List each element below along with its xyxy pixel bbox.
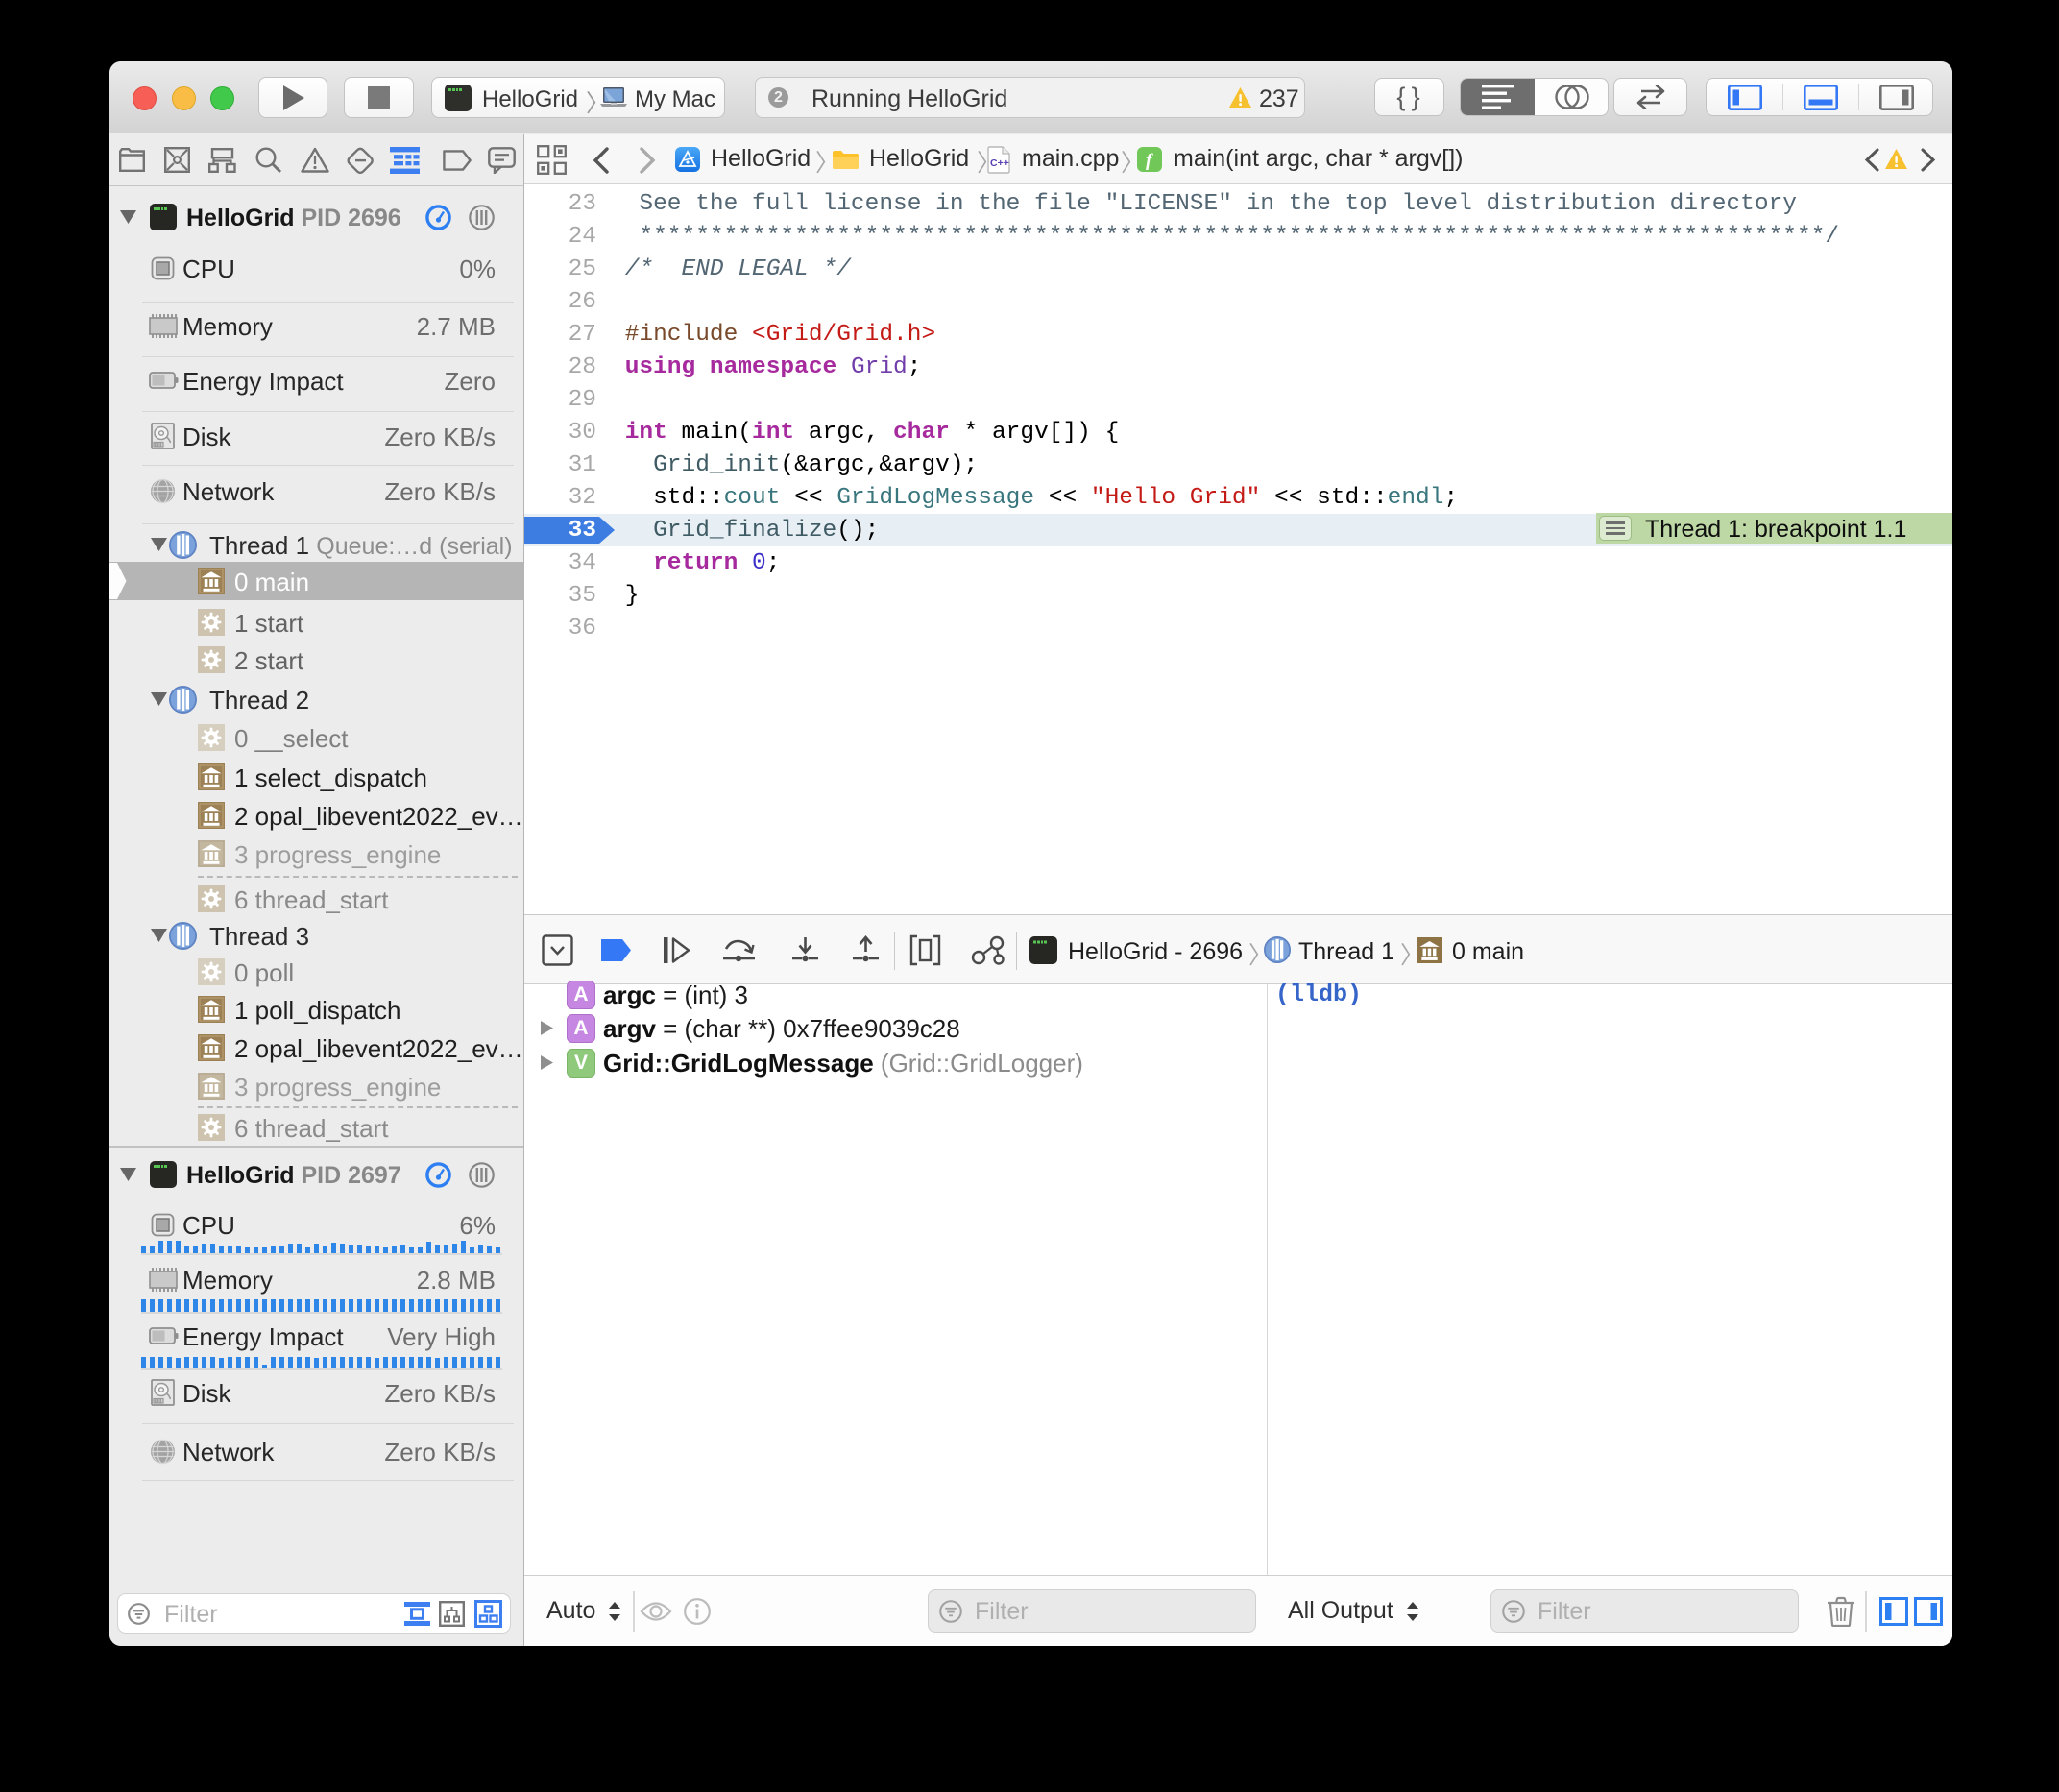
svg-text:C++: C++ xyxy=(990,157,1009,169)
